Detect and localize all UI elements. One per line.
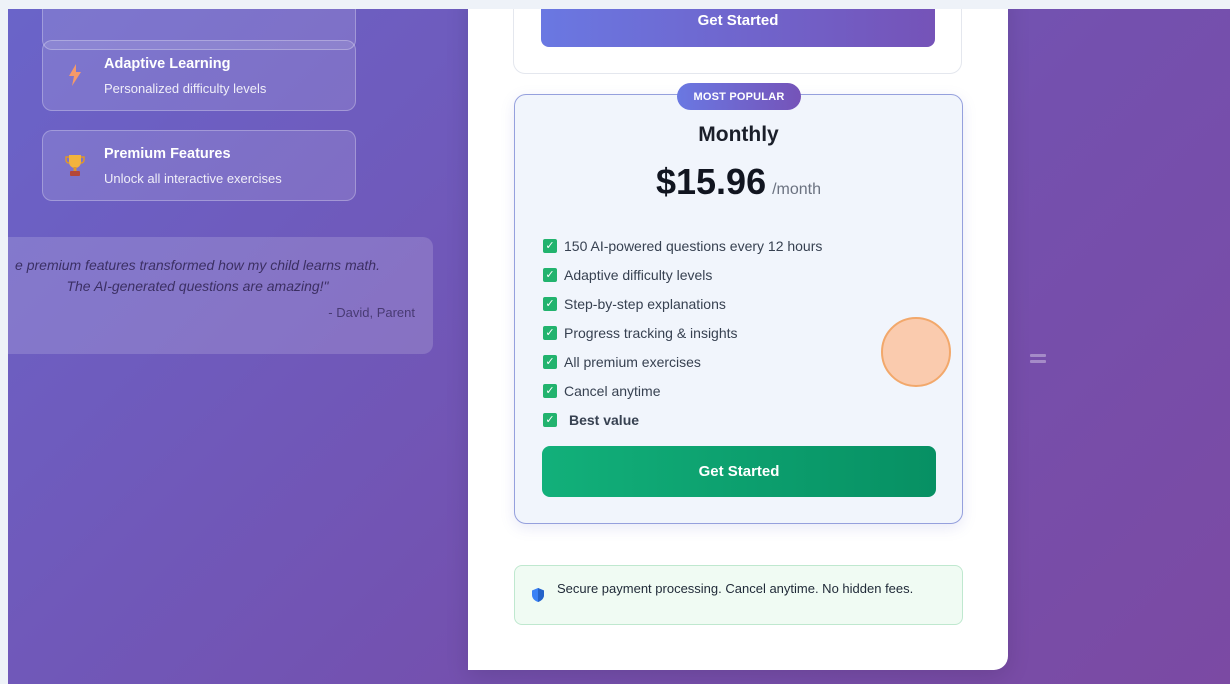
list-item: ✓ All premium exercises (543, 347, 822, 376)
quote-line: e premium features transformed how my ch… (15, 257, 380, 273)
feature-description: Personalized difficulty levels (104, 81, 267, 96)
secure-payment-text: Secure payment processing. Cancel anytim… (557, 580, 914, 596)
testimonial-quote: e premium features transformed how my ch… (8, 255, 407, 297)
trophy-icon (65, 153, 85, 177)
feature-text: Cancel anytime (564, 382, 661, 399)
feature-text: 150 AI-powered questions every 12 hours (564, 237, 823, 254)
list-item: ✓ Best value (543, 405, 822, 434)
most-popular-badge: MOST POPULAR (677, 83, 801, 110)
check-icon: ✓ (543, 412, 557, 427)
list-item: ✓ Adaptive difficulty levels (543, 260, 822, 289)
quote-line: The AI-generated questions are amazing!" (66, 278, 329, 294)
get-started-button-previous[interactable]: Get Started (541, 9, 935, 47)
plan-card-monthly: MOST POPULAR Monthly $15.96 /month ✓ 150 … (514, 83, 963, 524)
plan-feature-list: ✓ 150 AI-powered questions every 12 hours… (543, 231, 822, 434)
list-item: ✓ 150 AI-powered questions every 12 hours (543, 231, 822, 260)
testimonial-author: - David, Parent (328, 305, 415, 320)
feature-text: Adaptive difficulty levels (564, 266, 713, 283)
feature-card-adaptive: Adaptive Learning Personalized difficult… (42, 40, 356, 111)
check-icon: ✓ (543, 325, 557, 340)
plan-card-previous: Get Started (513, 9, 962, 74)
feature-text: Step-by-step explanations (564, 295, 726, 312)
check-icon: ✓ (543, 238, 557, 253)
cursor-indicator (881, 317, 951, 387)
secure-payment-notice: Secure payment processing. Cancel anytim… (514, 565, 963, 625)
feature-description: Unlock all interactive exercises (104, 171, 282, 186)
feature-text: Best value (569, 411, 640, 428)
feature-title: Premium Features (104, 146, 231, 162)
list-item: ✓ Cancel anytime (543, 376, 822, 405)
lightning-icon (65, 63, 85, 87)
check-icon: ✓ (543, 383, 557, 398)
feature-text: Progress tracking & insights (564, 324, 738, 341)
feature-text: All premium exercises (564, 353, 701, 370)
drag-handle-icon[interactable] (1030, 354, 1046, 366)
app-background: Adaptive Learning Personalized difficult… (8, 9, 1230, 684)
list-item: ✓ Step-by-step explanations (543, 289, 822, 318)
plan-name: Monthly (698, 123, 779, 146)
feature-title: Adaptive Learning (104, 56, 231, 72)
get-started-button[interactable]: Get Started (542, 446, 936, 497)
feature-card-premium: Premium Features Unlock all interactive … (42, 130, 356, 201)
check-icon: ✓ (543, 354, 557, 369)
check-icon: ✓ (543, 296, 557, 311)
list-item: ✓ Progress tracking & insights (543, 318, 822, 347)
price-row: $15.96 /month (515, 161, 962, 203)
check-icon: ✓ (543, 267, 557, 282)
price-period: /month (772, 181, 822, 198)
shield-icon (532, 588, 544, 602)
testimonial-card: e premium features transformed how my ch… (8, 237, 433, 354)
price-amount: $15.96 (655, 161, 767, 202)
